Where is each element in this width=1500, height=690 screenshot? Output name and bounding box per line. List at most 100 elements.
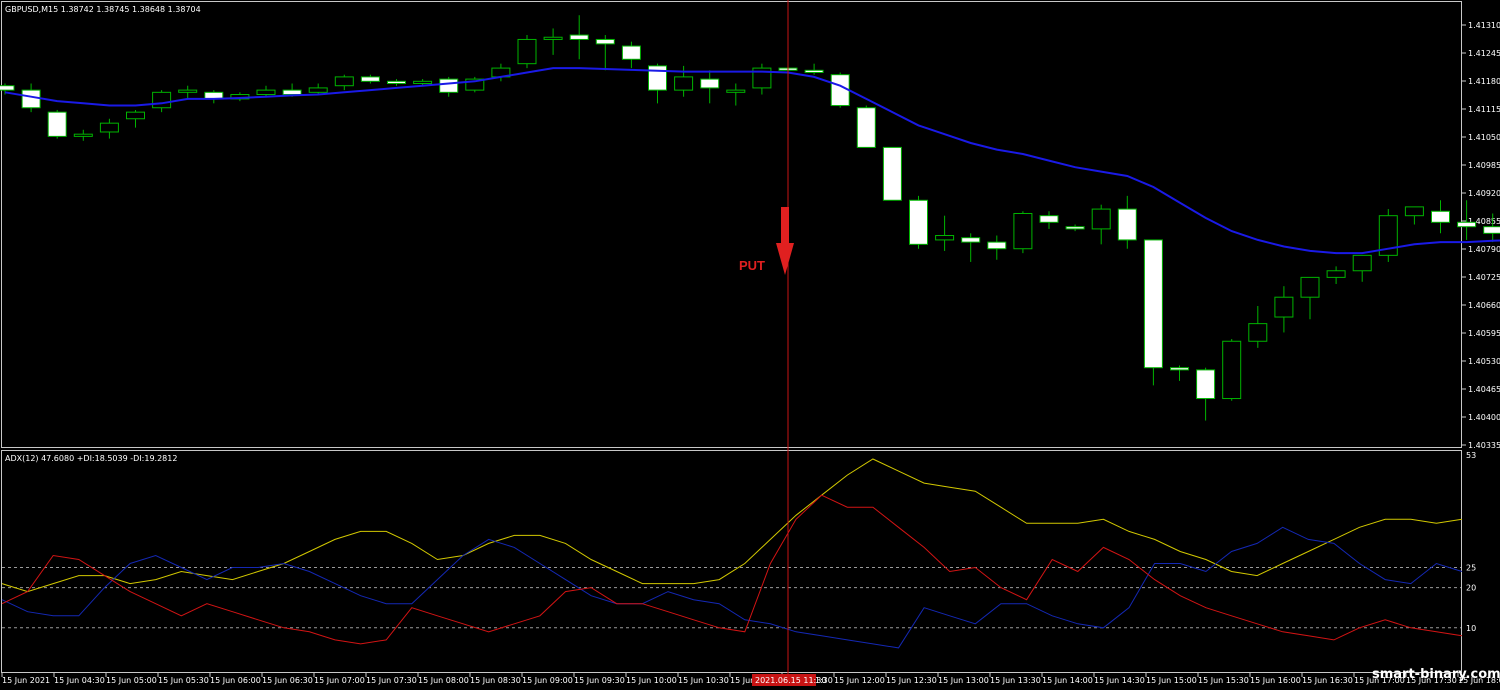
price-label: 1.40335 bbox=[1468, 441, 1500, 450]
bull-candle-body bbox=[543, 36, 563, 40]
bull-candle-body bbox=[256, 89, 276, 96]
bear-candle-body bbox=[961, 237, 981, 243]
bear-candle-body bbox=[439, 78, 459, 93]
cursor-time-badge: 2021.06.15 11:30 bbox=[752, 674, 826, 686]
time-label: 15 Jun 13:00 bbox=[938, 676, 989, 685]
signal-label: PUT bbox=[739, 258, 765, 273]
bull-candle-body bbox=[178, 89, 198, 93]
candle bbox=[465, 76, 485, 93]
bull-candle-body bbox=[308, 87, 328, 93]
bear-candle-body bbox=[282, 89, 302, 96]
candle bbox=[1143, 239, 1163, 386]
bear-candle-body bbox=[1431, 210, 1450, 223]
candle bbox=[1222, 339, 1242, 401]
bull-candle-body bbox=[334, 76, 354, 87]
bear-candle-body bbox=[1196, 369, 1216, 400]
time-label: 15 Jun 15:30 bbox=[1198, 676, 1249, 685]
bull-candle-body bbox=[1274, 296, 1294, 318]
candle bbox=[1378, 209, 1398, 262]
trading-chart[interactable]: 1.41310 1.41245 1.41180 1.41115 1.41050 1.409… bbox=[0, 0, 1500, 690]
price-label: 1.40920 bbox=[1468, 189, 1500, 198]
bear-candle-body bbox=[1143, 239, 1163, 369]
time-label: 15 Jun 2021 bbox=[2, 676, 50, 685]
price-label: 1.41115 bbox=[1468, 105, 1500, 114]
price-label: 1.40400 bbox=[1468, 413, 1500, 422]
price-label: 1.41180 bbox=[1468, 77, 1500, 86]
bull-candle-body bbox=[726, 89, 746, 93]
bear-candle-body bbox=[700, 78, 720, 89]
price-label: 1.41310 bbox=[1468, 21, 1500, 30]
bull-candle-body bbox=[152, 91, 172, 109]
bear-candle-body bbox=[882, 146, 902, 201]
time-label: 15 Jun 15:00 bbox=[1146, 676, 1197, 685]
price-label: 1.41245 bbox=[1468, 49, 1500, 58]
price-label: 1.40725 bbox=[1468, 273, 1500, 282]
adx-label: 53 bbox=[1466, 451, 1476, 460]
time-label: 15 Jun 09:00 bbox=[522, 676, 573, 685]
bull-candle-body bbox=[73, 133, 93, 137]
candle bbox=[882, 146, 902, 201]
adx-info: ADX(12) 47.6080 +DI:18.5039 -DI:19.2812 bbox=[5, 454, 177, 463]
put-arrow-shaft bbox=[781, 207, 789, 245]
time-label: 15 Jun 09:30 bbox=[574, 676, 625, 685]
time-label: 15 Jun 16:30 bbox=[1302, 676, 1353, 685]
bear-candle-body bbox=[21, 89, 41, 109]
bull-candle-body bbox=[1300, 276, 1320, 298]
bull-candle-body bbox=[1326, 270, 1346, 278]
time-label: 15 Jun 12:30 bbox=[886, 676, 937, 685]
candle bbox=[830, 72, 850, 108]
time-label: 15 Jun 10:30 bbox=[678, 676, 729, 685]
candle bbox=[909, 195, 928, 249]
time-label: 15 Jun 07:00 bbox=[314, 676, 365, 685]
time-label: 15 Jun 08:00 bbox=[418, 676, 469, 685]
bull-candle-body bbox=[126, 111, 145, 120]
time-label: 15 Jun 04:30 bbox=[54, 676, 105, 685]
cursor-time-label: 2021.06.15 11:30 bbox=[755, 676, 826, 685]
time-label: 15 Jun 05:00 bbox=[106, 676, 157, 685]
bear-candle-body bbox=[595, 38, 615, 45]
bear-candle-body bbox=[360, 76, 380, 82]
bear-candle-body bbox=[1039, 215, 1059, 223]
price-label: 1.40465 bbox=[1468, 385, 1500, 394]
price-label: 1.41050 bbox=[1468, 133, 1500, 142]
candle bbox=[517, 35, 537, 69]
bear-candle-body bbox=[830, 74, 850, 107]
time-label: 15 Jun 16:00 bbox=[1250, 676, 1301, 685]
bear-candle-body bbox=[387, 80, 406, 85]
bull-candle-body bbox=[413, 80, 433, 85]
candle bbox=[856, 105, 876, 148]
adx-label: 10 bbox=[1466, 624, 1476, 633]
bull-candle-body bbox=[1013, 212, 1033, 250]
bear-candle-body bbox=[1065, 226, 1085, 230]
bear-candle-body bbox=[569, 34, 589, 40]
time-label: 15 Jun 12:00 bbox=[834, 676, 885, 685]
bear-candle-body bbox=[1170, 367, 1189, 371]
time-label: 15 Jun 06:30 bbox=[262, 676, 313, 685]
bull-candle-body bbox=[674, 76, 694, 91]
bull-candle-body bbox=[99, 122, 119, 133]
bull-candle-body bbox=[1222, 340, 1242, 400]
time-label: 15 Jun 06:00 bbox=[210, 676, 261, 685]
bear-candle-body bbox=[621, 45, 641, 60]
price-label: 1.40660 bbox=[1468, 301, 1500, 310]
bear-candle-body bbox=[804, 69, 824, 73]
price-label: 1.40595 bbox=[1468, 329, 1500, 338]
adx-label: 25 bbox=[1466, 564, 1476, 573]
time-label: 15 Jun 14:30 bbox=[1094, 676, 1145, 685]
candle bbox=[1013, 211, 1033, 254]
time-label: 15 Jun 10:00 bbox=[626, 676, 677, 685]
chart-background bbox=[0, 0, 1500, 690]
candle bbox=[47, 109, 67, 139]
bull-candle-body bbox=[935, 235, 955, 241]
bear-candle-body bbox=[1457, 221, 1477, 228]
bear-candle-body bbox=[856, 107, 876, 148]
bull-candle-body bbox=[1091, 208, 1111, 230]
bear-candle-body bbox=[0, 85, 15, 91]
bear-candle-body bbox=[47, 111, 67, 137]
price-label: 1.40790 bbox=[1468, 245, 1500, 254]
watermark: smart-binary.com bbox=[1372, 667, 1500, 682]
bull-candle-body bbox=[1404, 206, 1424, 217]
adx-label: 20 bbox=[1466, 584, 1476, 593]
bear-candle-body bbox=[1117, 208, 1137, 241]
bull-candle-body bbox=[517, 38, 537, 65]
